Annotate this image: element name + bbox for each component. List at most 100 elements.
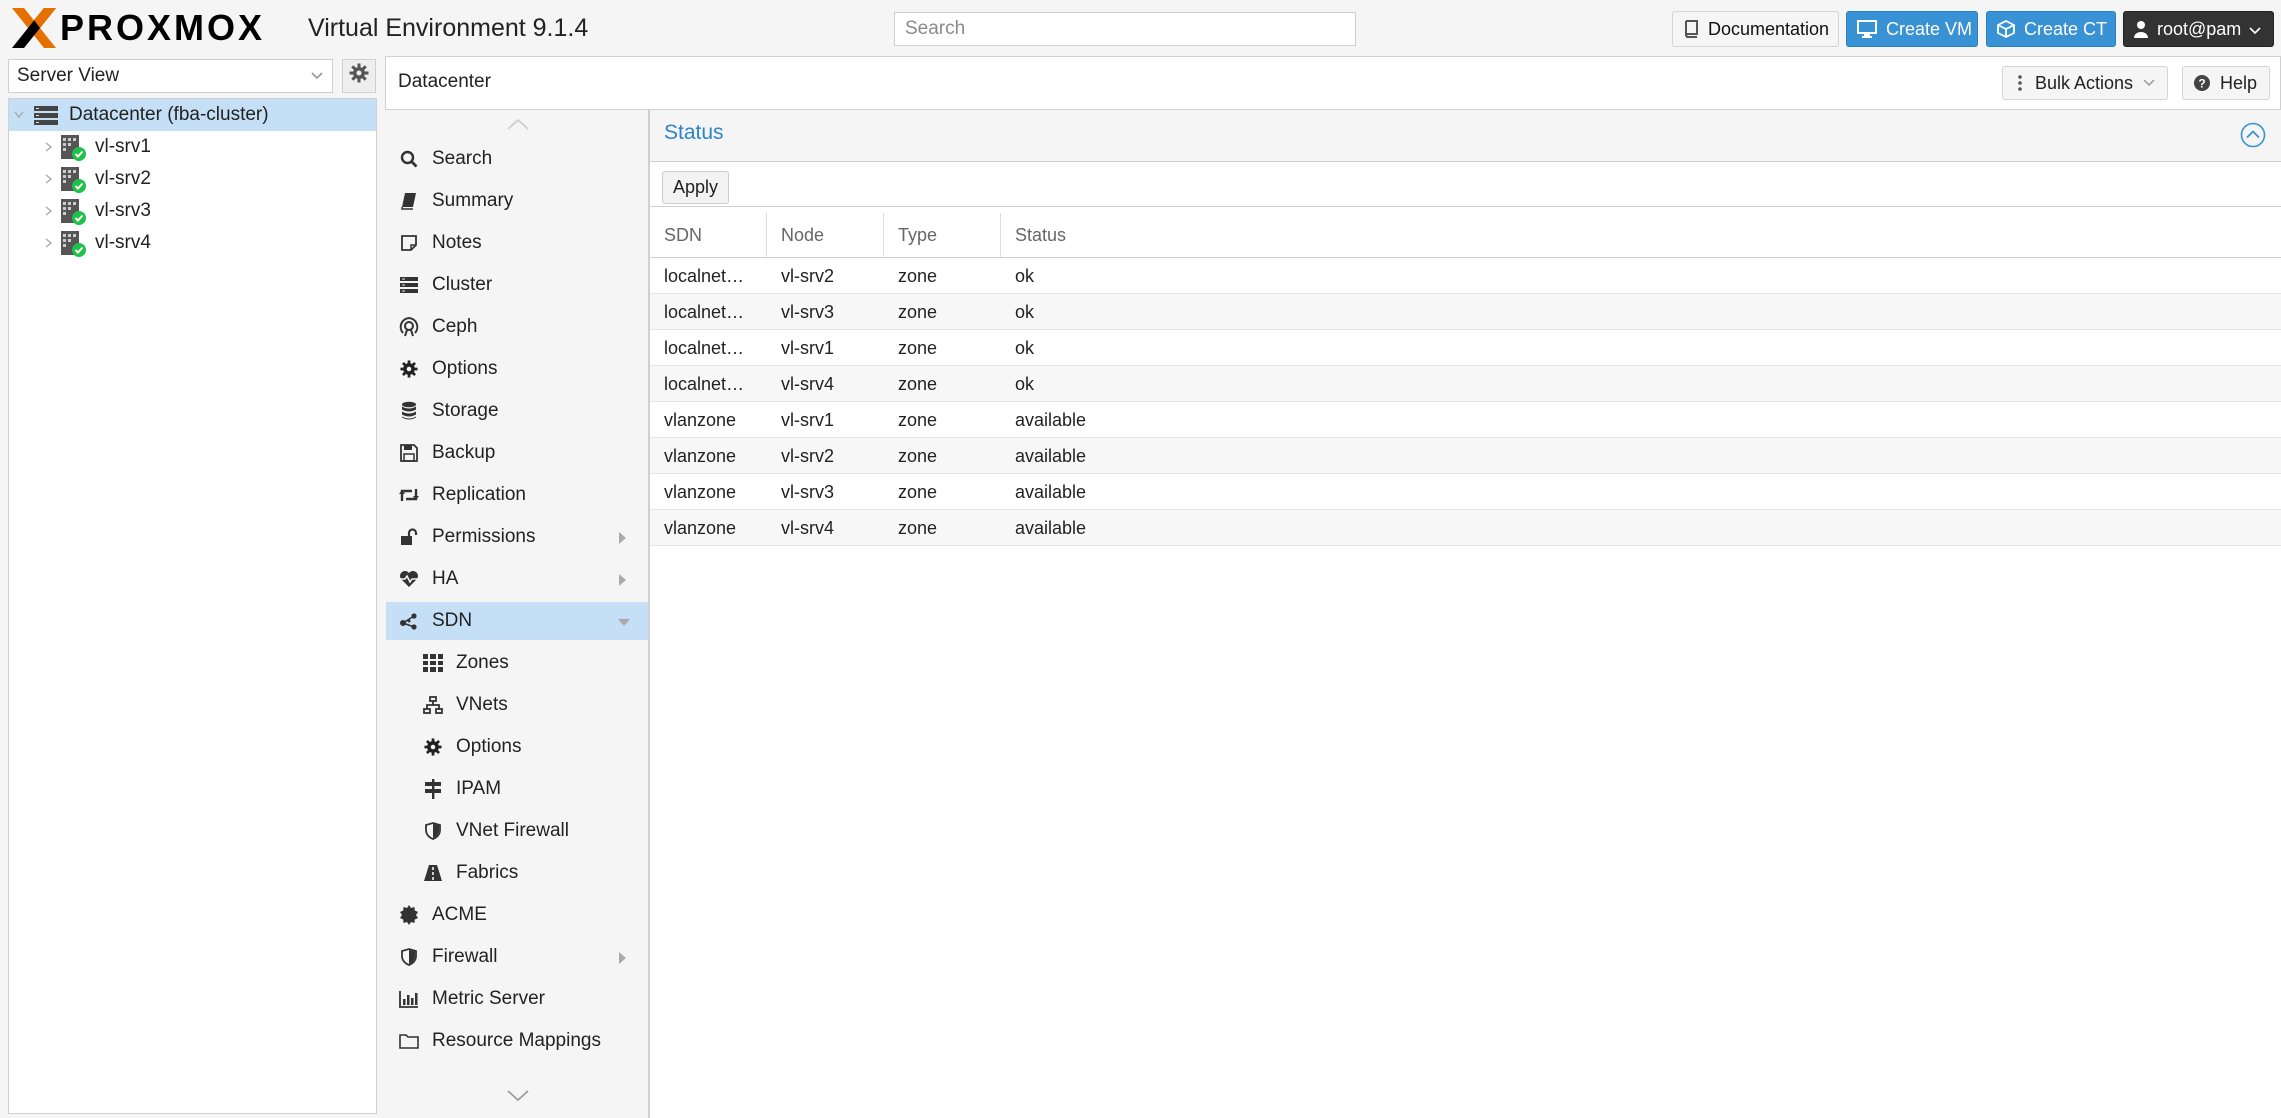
menu-item-label: ACME [432, 904, 487, 925]
panel-title: Status [664, 121, 724, 144]
menu-item-permissions[interactable]: Permissions [386, 518, 648, 556]
user-label: root@pam [2157, 18, 2242, 39]
documentation-button[interactable]: Documentation [1672, 11, 1839, 47]
menu-item-resource-mappings[interactable]: Resource Mappings [386, 1022, 648, 1060]
chevron-right-icon[interactable] [41, 174, 57, 184]
tree-item-datacenter[interactable]: Datacenter (fba-cluster) [9, 99, 376, 131]
collapse-button[interactable] [2240, 122, 2266, 148]
help-button[interactable]: ? Help [2182, 66, 2270, 100]
cell-sdn: vlanzone [664, 409, 737, 430]
column-header-status[interactable]: Status [1001, 213, 2281, 258]
menu-item-label: Fabrics [456, 862, 519, 883]
table-row[interactable]: localnet… vl-srv3 zone ok [650, 294, 2281, 330]
menu-item-label: Options [432, 358, 498, 379]
chevron-right-icon[interactable] [41, 142, 57, 152]
status-grid: SDN Node Type Status localnet… vl-srv2 z… [650, 213, 2281, 558]
chevron-right-icon[interactable] [41, 206, 57, 216]
svg-text:?: ? [2198, 77, 2205, 91]
menu-item-label: Search [432, 148, 493, 169]
desktop-icon [1857, 19, 1877, 39]
column-header-type[interactable]: Type [884, 213, 1001, 258]
menu-scroll-up-button[interactable] [386, 114, 649, 138]
cell-status: ok [1015, 301, 1035, 322]
apply-button[interactable]: Apply [662, 171, 729, 204]
tree-item-label: Datacenter (fba-cluster) [69, 104, 269, 125]
table-row[interactable]: localnet… vl-srv2 zone ok [650, 258, 2281, 294]
node-online-icon [57, 164, 87, 194]
tree-item-label: vl-srv1 [95, 136, 151, 157]
menu-item-sdn-ipam[interactable]: IPAM [386, 770, 648, 808]
table-row[interactable]: vlanzone vl-srv1 zone available [650, 402, 2281, 438]
search-input[interactable] [894, 12, 1356, 46]
menu-item-label: Notes [432, 232, 482, 253]
menu-item-ceph[interactable]: Ceph [386, 308, 648, 346]
menu-item-notes[interactable]: Notes [386, 224, 648, 262]
user-menu-button[interactable]: root@pam [2123, 11, 2274, 47]
tree-item-vl-srv2[interactable]: vl-srv2 [9, 163, 376, 195]
column-header-sdn[interactable]: SDN [650, 213, 767, 258]
menu-item-sdn-vnet-firewall[interactable]: VNet Firewall [386, 812, 648, 850]
menu-item-options[interactable]: Options [386, 350, 648, 388]
unlock-icon [398, 526, 420, 548]
caret-right-icon [619, 574, 626, 586]
cell-sdn: localnet… [664, 373, 745, 394]
menu-item-sdn-fabrics[interactable]: Fabrics [386, 854, 648, 892]
chevron-up-icon [506, 115, 530, 137]
proxmox-logo[interactable]: PROXMOX [10, 6, 265, 50]
chevron-down-icon[interactable] [11, 111, 27, 119]
tree-item-label: vl-srv4 [95, 232, 151, 253]
menu-item-label: VNets [456, 694, 508, 715]
table-row[interactable]: vlanzone vl-srv4 zone available [650, 510, 2281, 546]
menu-item-label: Metric Server [432, 988, 545, 1009]
menu-item-label: IPAM [456, 778, 502, 799]
chevron-right-icon[interactable] [41, 238, 57, 248]
road-icon [422, 862, 444, 884]
bulk-actions-button[interactable]: Bulk Actions [2002, 66, 2168, 100]
tree-item-vl-srv3[interactable]: vl-srv3 [9, 195, 376, 227]
cell-status: ok [1015, 265, 1035, 286]
tree-settings-button[interactable] [342, 59, 376, 93]
menu-item-acme[interactable]: ACME [386, 896, 648, 934]
menu-item-summary[interactable]: Summary [386, 182, 648, 220]
menu-item-metric-server[interactable]: Metric Server [386, 980, 648, 1018]
menu-item-label: Storage [432, 400, 499, 421]
cell-type: zone [898, 301, 938, 322]
floppy-icon [398, 442, 420, 464]
menu-item-backup[interactable]: Backup [386, 434, 648, 472]
table-row[interactable]: vlanzone vl-srv2 zone available [650, 438, 2281, 474]
table-row[interactable]: localnet… vl-srv1 zone ok [650, 330, 2281, 366]
menu-item-firewall[interactable]: Firewall [386, 938, 648, 976]
view-select-value: Server View [17, 65, 120, 86]
menu-item-label: HA [432, 568, 459, 589]
view-select[interactable]: Server View [8, 59, 333, 93]
node-online-icon [57, 228, 87, 258]
cell-sdn: vlanzone [664, 481, 737, 502]
cell-sdn: localnet… [664, 265, 745, 286]
tree-item-vl-srv4[interactable]: vl-srv4 [9, 227, 376, 259]
cell-type: zone [898, 445, 938, 466]
menu-item-sdn-options[interactable]: Options [386, 728, 648, 766]
cell-node: vl-srv4 [781, 517, 834, 538]
menu-item-sdn-vnets[interactable]: VNets [386, 686, 648, 724]
menu-item-label: Permissions [432, 526, 536, 547]
menu-item-cluster[interactable]: Cluster [386, 266, 648, 304]
chevron-up-circle-icon [2240, 122, 2266, 153]
menu-item-search[interactable]: Search [386, 140, 648, 178]
column-header-node[interactable]: Node [767, 213, 884, 258]
tree-item-vl-srv1[interactable]: vl-srv1 [9, 131, 376, 163]
menu-item-sdn-zones[interactable]: Zones [386, 644, 648, 682]
menu-scroll-down-button[interactable] [386, 1086, 649, 1110]
certificate-icon [398, 904, 420, 926]
menu-item-storage[interactable]: Storage [386, 392, 648, 430]
top-bar: PROXMOX Virtual Environment 9.1.4 Docume… [0, 0, 2281, 56]
menu-item-ha[interactable]: HA [386, 560, 648, 598]
create-vm-button[interactable]: Create VM [1846, 11, 1978, 47]
menu-item-label: Resource Mappings [432, 1030, 601, 1051]
table-row[interactable]: vlanzone vl-srv3 zone available [650, 474, 2281, 510]
table-row[interactable]: localnet… vl-srv4 zone ok [650, 366, 2281, 402]
user-icon [2134, 19, 2148, 39]
cell-node: vl-srv3 [781, 301, 834, 322]
menu-item-replication[interactable]: Replication [386, 476, 648, 514]
create-ct-button[interactable]: Create CT [1986, 11, 2116, 47]
menu-item-sdn[interactable]: SDN [386, 602, 648, 640]
